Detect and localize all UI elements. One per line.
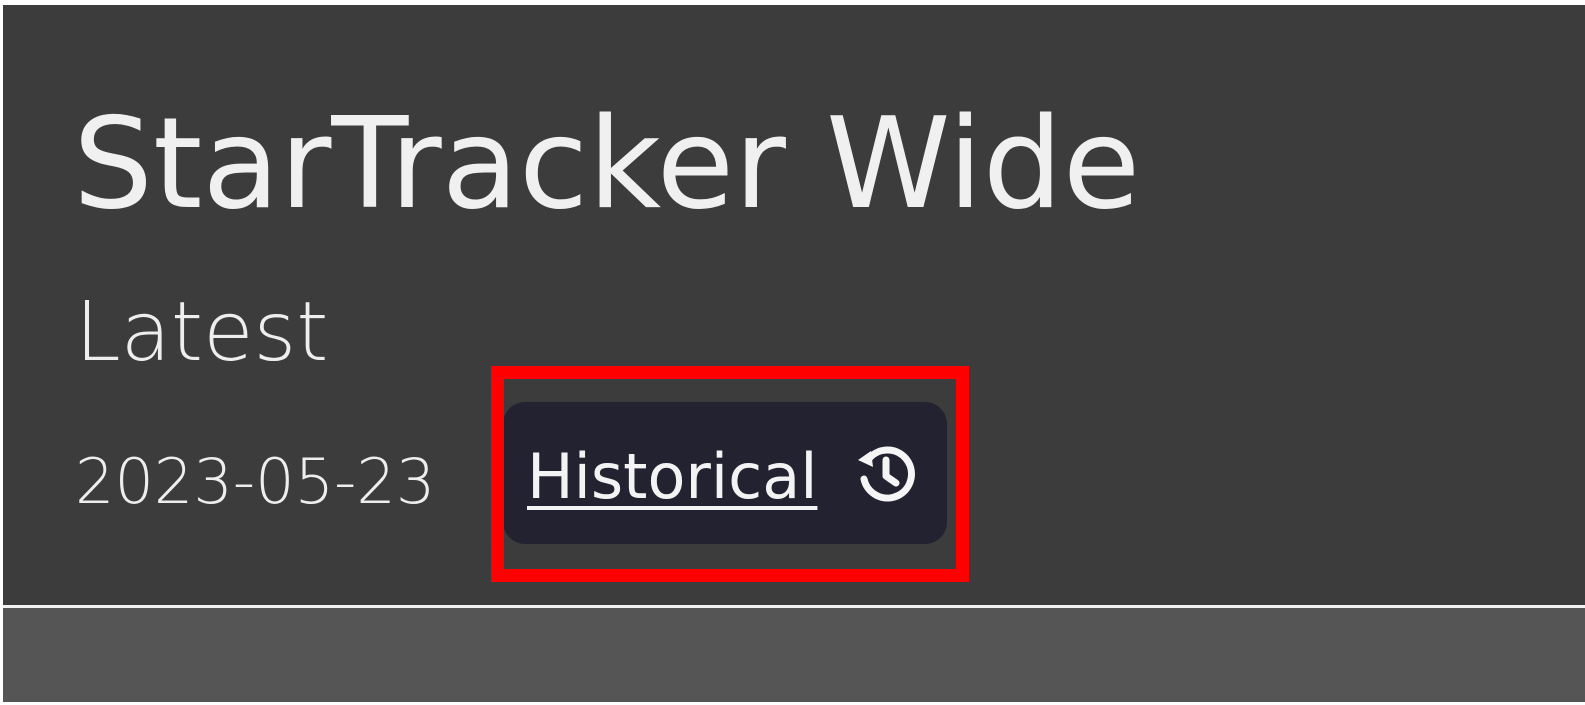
content-strip	[3, 608, 1585, 702]
history-icon[interactable]	[853, 442, 917, 506]
latest-date: 2023-05-23	[75, 445, 436, 518]
historical-link[interactable]: Historical	[527, 440, 817, 514]
app-frame: StarTracker Wide Latest 2023-05-23 Histo…	[3, 5, 1585, 702]
header-panel: StarTracker Wide Latest 2023-05-23 Histo…	[3, 5, 1585, 605]
page-title: StarTracker Wide	[73, 90, 1141, 237]
latest-subtitle: Latest	[75, 285, 329, 380]
historical-button[interactable]: Historical	[503, 402, 947, 544]
